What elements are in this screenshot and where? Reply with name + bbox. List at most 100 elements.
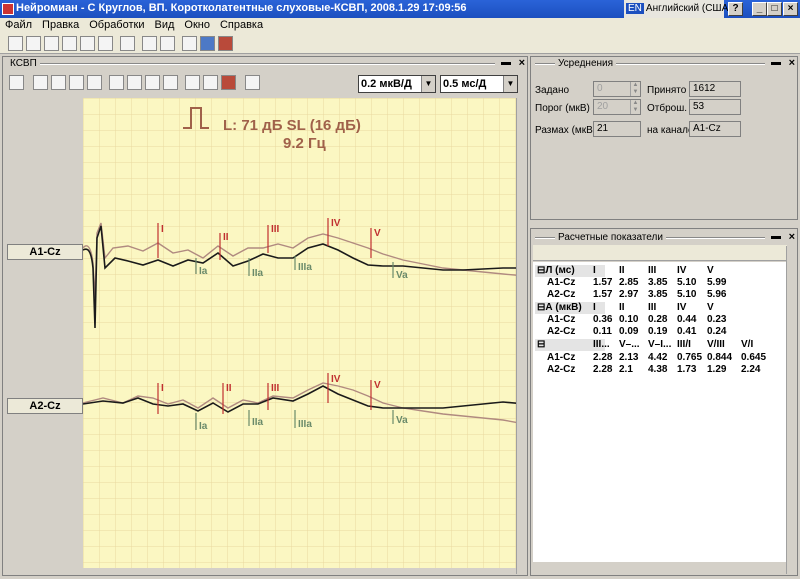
channel-a2-cz-button[interactable]: A2-Cz — [7, 398, 83, 414]
close-icon[interactable]: × — [789, 57, 795, 69]
range-label: Размах (мкВ) — [535, 125, 597, 136]
threshold-value: 20 — [597, 101, 609, 112]
label-IV-a2: IV — [331, 374, 341, 385]
col-label: V — [707, 302, 714, 313]
col-label: IV — [677, 265, 687, 276]
threshold-input[interactable]: 20 ▲ ▼ — [593, 99, 641, 115]
cell: 0.19 — [648, 326, 668, 337]
app-icon — [2, 3, 14, 15]
stimulus-icon[interactable] — [33, 75, 48, 90]
new-icon[interactable] — [8, 36, 23, 51]
calc-scrollbar[interactable] — [786, 246, 797, 574]
table-row[interactable]: A2-Cz 0.11 0.09 0.19 0.41 0.24 — [547, 326, 787, 338]
cell: 4.38 — [648, 364, 668, 375]
print-icon[interactable] — [62, 36, 77, 51]
menu-file[interactable]: Файл — [0, 18, 37, 32]
cell: 1.73 — [677, 364, 697, 375]
cell: 0.09 — [619, 326, 639, 337]
cell: 0.28 — [648, 314, 668, 325]
col-label: V — [707, 265, 714, 276]
cell: 0.11 — [593, 326, 612, 337]
menu-edit[interactable]: Правка — [37, 18, 84, 32]
cell: 0.36 — [593, 314, 613, 325]
group-ratios-cols: III... V–... V–I... III/I V/III V/I — [593, 339, 789, 351]
menu-icon[interactable] — [9, 75, 24, 90]
col-label: II — [619, 302, 625, 313]
export-icon[interactable] — [98, 36, 113, 51]
rejected-label: Отброш. — [647, 103, 688, 114]
timer-icon[interactable] — [44, 36, 59, 51]
cursor-icon[interactable] — [245, 75, 260, 90]
printer-icon[interactable] — [142, 36, 157, 51]
help-button[interactable]: ? — [728, 2, 743, 16]
close-button[interactable]: × — [783, 2, 798, 16]
given-input[interactable]: 0 ▲ ▼ — [593, 81, 641, 97]
sum-icon[interactable] — [87, 75, 102, 90]
pin-icon[interactable]: ▬ — [771, 57, 781, 68]
row-channel: A1-Cz — [547, 314, 576, 325]
cell: 2.28 — [593, 352, 613, 363]
edit-icon[interactable] — [182, 36, 197, 51]
menu-help[interactable]: Справка — [215, 18, 268, 32]
col-label: V/I — [741, 339, 754, 350]
menu-view[interactable]: Вид — [149, 18, 179, 32]
print-preview-icon[interactable] — [80, 36, 95, 51]
col-label: III — [648, 265, 657, 276]
channel-a1-cz-button[interactable]: A1-Cz — [7, 244, 83, 260]
accepted-label: Принято — [647, 85, 687, 96]
wave-fill-icon[interactable] — [163, 75, 178, 90]
cell: 1.57 — [593, 289, 613, 300]
menu-window[interactable]: Окно — [179, 18, 215, 32]
filter-icon[interactable] — [185, 75, 200, 90]
label-Va-a1: Va — [396, 270, 408, 281]
row-channel: A2-Cz — [547, 289, 576, 300]
forward-icon[interactable] — [51, 75, 66, 90]
channel-label: на канале — [647, 125, 694, 136]
close-icon[interactable]: × — [519, 57, 525, 69]
ksvp-toolbar: 0.2 мкВ/Д ▼ 0.5 мс/Д ▼ — [3, 71, 527, 95]
label-II-a1: II — [223, 232, 229, 243]
stimulus-text: L: 71 дБ SL (16 дБ) — [223, 117, 361, 134]
close-icon[interactable]: × — [789, 231, 795, 243]
language-code: EN — [626, 3, 644, 14]
language-indicator[interactable]: EN Английский (США) — [624, 0, 732, 18]
layout-icon[interactable] — [200, 36, 215, 51]
wave-peak-icon[interactable] — [145, 75, 160, 90]
minimize-button[interactable]: _ — [752, 2, 767, 16]
plot-scrollbar[interactable] — [516, 98, 527, 574]
settings-icon[interactable] — [218, 36, 233, 51]
menu-processing[interactable]: Обработки — [84, 18, 149, 32]
channel-value: A1-Cz — [689, 121, 741, 137]
wave-marker-icon[interactable] — [127, 75, 142, 90]
table-row[interactable]: A2-Cz 1.57 2.97 3.85 5.10 5.96 — [547, 289, 787, 301]
record-icon[interactable] — [69, 75, 84, 90]
pin-icon[interactable]: ▬ — [501, 57, 511, 68]
maximize-button[interactable]: □ — [767, 2, 782, 16]
header-grip — [7, 63, 495, 65]
cell: 1.29 — [707, 364, 727, 375]
time-scale-select[interactable]: 0.5 мс/Д ▼ — [440, 75, 518, 93]
table-row[interactable]: A1-Cz 2.28 2.13 4.42 0.765 0.844 0.645 — [547, 352, 791, 364]
table-row[interactable]: A1-Cz 0.36 0.10 0.28 0.44 0.23 — [547, 314, 787, 326]
label-I-a1: I — [161, 224, 164, 235]
rate-text: 9.2 Гц — [283, 135, 327, 152]
spinner-icon[interactable]: ▲ ▼ — [630, 82, 640, 96]
tools-icon[interactable] — [120, 36, 135, 51]
label-Ia-a2: Ia — [199, 421, 208, 432]
cell: 1.57 — [593, 277, 613, 288]
spinner-icon[interactable]: ▲ ▼ — [630, 100, 640, 114]
pin-icon[interactable]: ▬ — [771, 231, 781, 242]
evoked-potential-plot[interactable]: L: 71 дБ SL (16 дБ) 9.2 Гц I II III IV V… — [83, 98, 525, 568]
noise-icon[interactable] — [221, 75, 236, 90]
amplitude-scale-select[interactable]: 0.2 мкВ/Д ▼ — [358, 75, 436, 93]
col-label: III — [648, 302, 657, 313]
approx-icon[interactable] — [203, 75, 218, 90]
table-row[interactable]: A1-Cz 1.57 2.85 3.85 5.10 5.99 — [547, 277, 787, 289]
group-latency-cols: I II III IV V — [593, 265, 783, 277]
cell: 5.10 — [677, 277, 697, 288]
rejected-value: 53 — [689, 99, 741, 115]
wave-icon[interactable] — [109, 75, 124, 90]
table-row[interactable]: A2-Cz 2.28 2.1 4.38 1.73 1.29 2.24 — [547, 364, 791, 376]
open-icon[interactable] — [26, 36, 41, 51]
report-icon[interactable] — [160, 36, 175, 51]
